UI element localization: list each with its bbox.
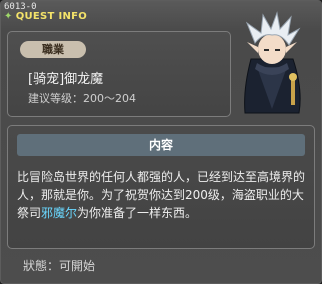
content-header: 内容 xyxy=(17,134,305,156)
npc-portrait xyxy=(233,9,311,117)
job-name: [骑宠]御龙魔 xyxy=(28,72,104,87)
window-title-text: QUEST INFO xyxy=(15,11,88,22)
status-label: 狀態： xyxy=(23,259,60,273)
recommended-level: 建议等级：200～204 xyxy=(28,92,136,105)
description-part-2: 为你准备了一样东西。 xyxy=(77,206,198,220)
quest-info-window: 6013-0 ✦ QUEST INFO 職業 [骑宠]御龙魔 建议等级：200～2… xyxy=(0,0,322,284)
npc-portrait-icon xyxy=(244,11,301,114)
job-tag: 職業 xyxy=(20,41,86,58)
window-title: ✦ QUEST INFO xyxy=(4,11,87,22)
quest-status: 狀態：可開始 xyxy=(23,257,95,274)
job-panel: 職業 [骑宠]御龙魔 建议等级：200～204 xyxy=(7,31,231,117)
content-panel: 内容 比冒险岛世界的任何人都强的人，已经到达至高境界的人，那就是你。为了祝贺你达… xyxy=(7,125,315,249)
npc-name-highlight: 邪魔尔 xyxy=(41,206,78,220)
quest-description: 比冒险岛世界的任何人都强的人，已经到达至高境界的人，那就是你。为了祝贺你达到20… xyxy=(17,168,305,222)
status-value: 可開始 xyxy=(59,259,96,273)
star-icon: ✦ xyxy=(4,11,13,22)
